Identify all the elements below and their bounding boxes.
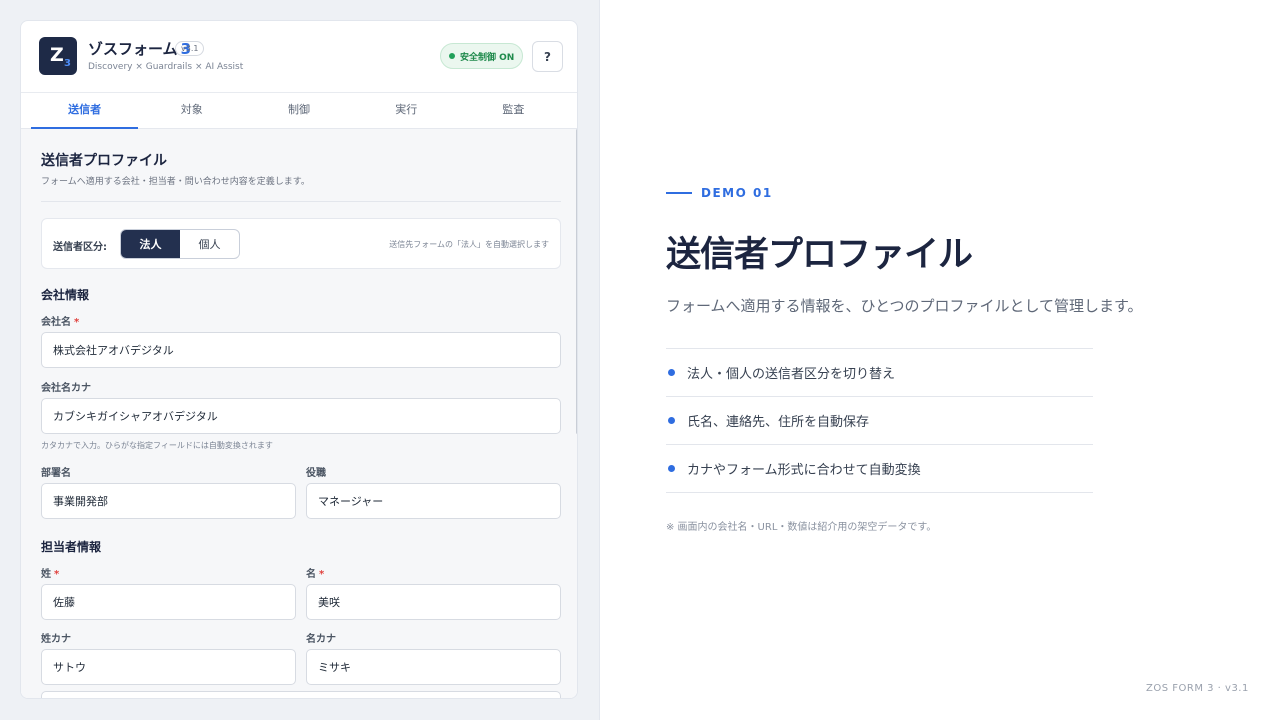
bullet-icon — [668, 417, 675, 424]
tab-control[interactable]: 制御 — [245, 93, 352, 128]
last-name-label: 姓 * — [41, 569, 60, 580]
bullet-icon — [668, 369, 675, 376]
next-field-input[interactable] — [41, 691, 561, 698]
company-kana-note: カタカナで入力。ひらがな指定フィールドには自動変換されます — [41, 441, 273, 450]
first-name-kana-input[interactable]: ミサキ — [306, 649, 561, 685]
profile-form: 送信者プロファイル フォームへ適用する会社・担当者・問い合わせ内容を定義します。… — [21, 129, 577, 698]
app-header: Z 3 ゾスフォーム 3 v3.1 Discovery × Guardrails … — [21, 21, 577, 93]
last-name-input[interactable]: 佐藤 — [41, 584, 296, 620]
last-name-kana-label: 姓カナ — [41, 634, 71, 645]
bullet-icon — [668, 465, 675, 472]
tab-execute[interactable]: 実行 — [353, 93, 460, 128]
last-name-kana-input[interactable]: サトウ — [41, 649, 296, 685]
form-scrollbar[interactable] — [576, 129, 577, 434]
position-label: 役職 — [306, 468, 326, 479]
list-item: 法人・個人の送信者区分を切り替え — [666, 349, 1093, 397]
tab-bar: 送信者 対象 制御 実行 監査 — [21, 93, 577, 129]
help-button[interactable]: ? — [532, 41, 563, 72]
company-kana-label: 会社名カナ — [41, 383, 91, 394]
department-label: 部署名 — [41, 468, 71, 479]
section-description: フォームへ適用する会社・担当者・問い合わせ内容を定義します。 — [41, 177, 310, 187]
logo-letter: Z — [50, 44, 64, 66]
app-logo: Z 3 — [39, 37, 77, 75]
app-name: ゾスフォーム — [88, 40, 178, 58]
disclaimer-note: ※ 画面内の会社名・URL・数値は紹介用の架空データです。 — [666, 522, 937, 533]
first-name-label: 名 * — [306, 569, 325, 580]
demo-label: DEMO 01 — [701, 186, 773, 200]
sender-type-individual[interactable]: 個人 — [180, 230, 239, 258]
app-window: Z 3 ゾスフォーム 3 v3.1 Discovery × Guardrails … — [20, 20, 578, 699]
department-input[interactable]: 事業開発部 — [41, 483, 296, 519]
first-name-input[interactable]: 美咲 — [306, 584, 561, 620]
safety-control-badge[interactable]: 安全制御 ON — [440, 43, 524, 69]
first-name-kana-label: 名カナ — [306, 634, 336, 645]
version-badge: v3.1 — [175, 41, 205, 56]
promo-title: 送信者プロファイル — [666, 235, 973, 275]
app-subtitle: Discovery × Guardrails × AI Assist — [88, 62, 244, 72]
app-preview-area: Z 3 ゾスフォーム 3 v3.1 Discovery × Guardrails … — [0, 0, 600, 720]
required-mark: * — [74, 317, 80, 328]
company-group-title: 会社情報 — [41, 288, 90, 302]
demo-accent-line — [666, 192, 692, 194]
logo-number: 3 — [64, 58, 71, 69]
section-divider — [41, 201, 561, 202]
sender-type-corporate[interactable]: 法人 — [121, 230, 180, 258]
feature-list: 法人・個人の送信者区分を切り替え 氏名、連絡先、住所を自動保存 カナやフォーム形… — [666, 348, 1093, 493]
company-kana-input[interactable]: カブシキガイシャアオバデジタル — [41, 398, 561, 434]
position-input[interactable]: マネージャー — [306, 483, 561, 519]
company-name-input[interactable]: 株式会社アオバデジタル — [41, 332, 561, 368]
safety-label: 安全制御 ON — [460, 52, 515, 63]
tab-audit[interactable]: 監査 — [460, 93, 567, 128]
sender-type-toggle: 法人 個人 — [120, 229, 240, 259]
list-item: 氏名、連絡先、住所を自動保存 — [666, 397, 1093, 445]
tab-sender[interactable]: 送信者 — [31, 93, 139, 129]
contact-group-title: 担当者情報 — [41, 540, 102, 554]
corner-version-label: ZOS FORM 3 · v3.1 — [1146, 683, 1249, 694]
tab-target[interactable]: 対象 — [138, 93, 245, 128]
sender-type-hint: 送信先フォームの「法人」を自動選択します — [389, 240, 549, 249]
sender-type-card: 送信者区分: 法人 個人 送信先フォームの「法人」を自動選択します — [41, 218, 561, 269]
sender-type-label: 送信者区分: — [53, 242, 107, 253]
section-title: 送信者プロファイル — [41, 153, 167, 169]
status-dot-icon — [449, 53, 455, 59]
company-name-label: 会社名 * — [41, 317, 80, 328]
required-mark: * — [319, 569, 325, 580]
list-item: カナやフォーム形式に合わせて自動変換 — [666, 445, 1093, 493]
required-mark: * — [54, 569, 60, 580]
promo-subtitle: フォームへ適用する情報を、ひとつのプロファイルとして管理します。 — [666, 297, 1143, 315]
